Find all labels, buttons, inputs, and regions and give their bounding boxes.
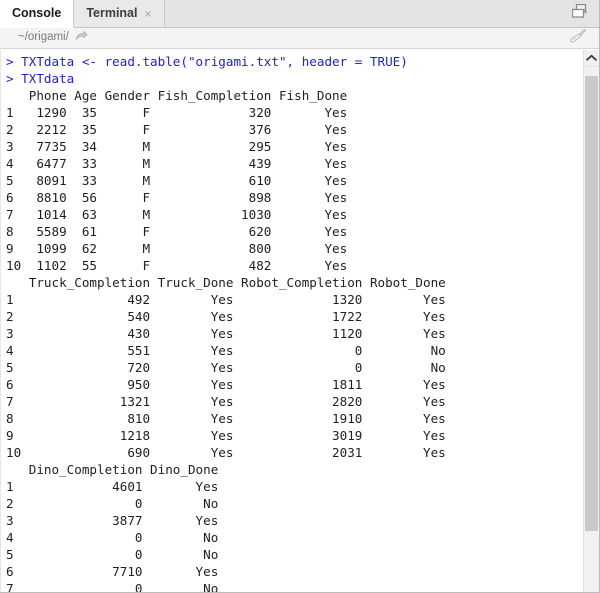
working-directory-path[interactable]: ~/origami/ <box>18 32 69 44</box>
scrollbar-thumb[interactable] <box>585 76 598 531</box>
path-bar: ~/origami/ <box>0 28 599 49</box>
console-command-text-2: > TXTdata <box>6 71 75 86</box>
console-printed-output: Phone Age Gender Fish_Completion Fish_Do… <box>6 88 446 592</box>
tab-terminal[interactable]: Terminal × <box>74 0 165 27</box>
console-command-text-1: > TXTdata <- read.table("origami.txt", h… <box>6 54 408 69</box>
console-command-line-1: > TXTdata <- read.table("origami.txt", h… <box>0 53 583 70</box>
console-scroll-content: > TXTdata <- read.table("origami.txt", h… <box>0 50 583 592</box>
tab-bar: Console Terminal × <box>0 0 599 28</box>
tab-bar-spacer <box>164 0 572 27</box>
tab-bar-actions <box>571 0 599 27</box>
tab-console[interactable]: Console <box>0 0 75 28</box>
console-output-area[interactable]: > TXTdata <- read.table("origami.txt", h… <box>0 50 599 592</box>
panes-layout-icon[interactable] <box>571 3 589 23</box>
clear-console-button[interactable] <box>569 28 599 49</box>
console-pane: Console Terminal × ~/origami/ > TXTdata … <box>0 0 600 593</box>
tab-terminal-label: Terminal <box>86 6 138 21</box>
scroll-up-button[interactable] <box>584 50 599 67</box>
tab-console-label: Console <box>12 6 62 21</box>
chevron-up-icon <box>585 49 598 67</box>
console-scrollbar[interactable] <box>583 50 599 592</box>
close-icon[interactable]: × <box>144 8 151 20</box>
console-command-line-2: > TXTdata <box>0 70 583 87</box>
broom-icon <box>569 28 587 49</box>
open-in-new-window-icon[interactable] <box>75 29 88 47</box>
